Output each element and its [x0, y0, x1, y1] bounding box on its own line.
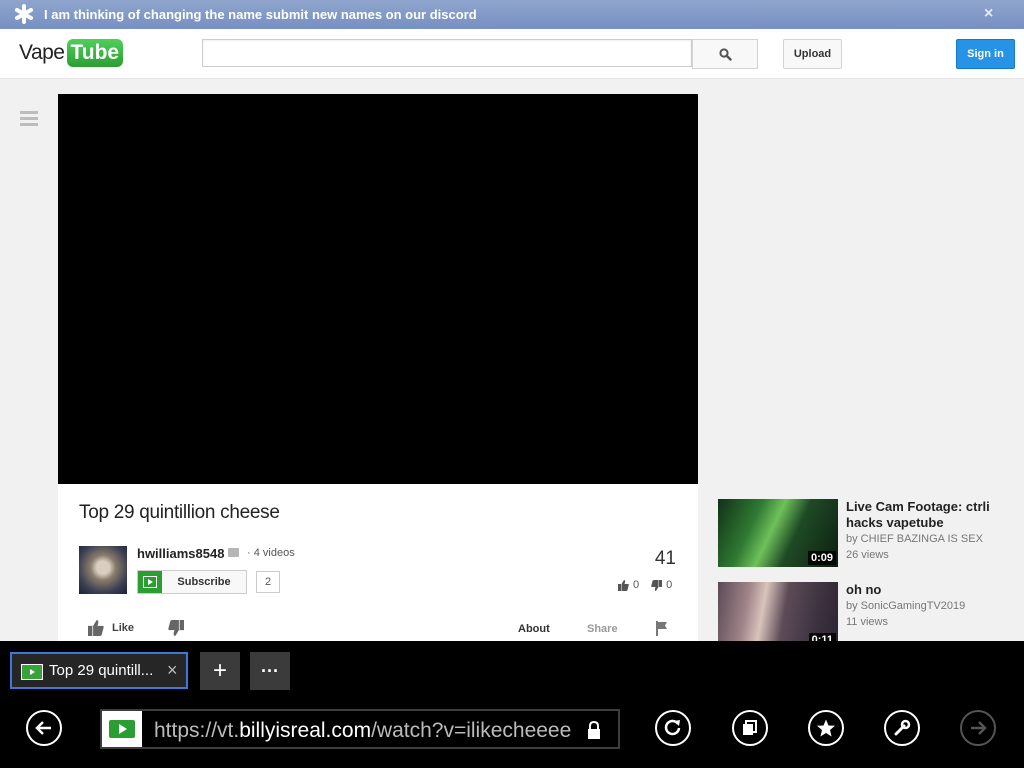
like-count: 0 [633, 579, 640, 591]
logo-text: Vape [19, 41, 65, 64]
url-text[interactable]: https://vt.billyisreal.com/watch?v=ilike… [154, 719, 571, 743]
browser-tab[interactable]: Top 29 quintill... × [10, 652, 188, 689]
masthead: Vape Tube Upload Sign in [0, 29, 1024, 79]
refresh-icon [664, 719, 681, 736]
related-video-item[interactable]: 0:09 Live Cam Footage: ctrli hacks vapet… [718, 499, 1008, 569]
star-icon [817, 719, 835, 737]
channel-avatar[interactable] [79, 546, 127, 594]
refresh-button[interactable] [655, 710, 691, 746]
address-bar[interactable]: https://vt.billyisreal.com/watch?v=ilike… [100, 709, 620, 749]
video-info-panel: Top 29 quintillion cheese hwilliams8548 … [58, 484, 698, 644]
lock-icon [588, 720, 600, 739]
channel-video-count[interactable]: · 4 videos [247, 547, 295, 559]
pin-icon [743, 720, 757, 735]
search-icon [718, 47, 732, 61]
dislike-count: 0 [666, 579, 673, 591]
channel-name-link[interactable]: hwilliams8548 [137, 546, 224, 561]
search-input[interactable] [202, 39, 692, 67]
url-prefix: https://vt. [154, 719, 240, 742]
video-title: Top 29 quintillion cheese [79, 502, 280, 523]
share-tab[interactable]: Share [587, 623, 618, 635]
guide-menu-icon[interactable] [20, 111, 38, 129]
video-player[interactable] [58, 94, 698, 484]
related-video-channel[interactable]: by SonicGamingTV2019 [846, 600, 965, 612]
related-video-thumbnail[interactable]: 0:09 [718, 499, 838, 567]
forward-button[interactable] [960, 710, 996, 746]
related-video-channel[interactable]: by CHIEF BAZINGA IS SEX [846, 533, 983, 545]
new-tab-button[interactable]: + [200, 652, 240, 690]
flag-icon [656, 621, 667, 636]
logo-badge: Tube [66, 39, 124, 67]
subscribe-label: Subscribe [177, 576, 231, 588]
flag-button[interactable] [654, 620, 670, 641]
play-icon [138, 571, 162, 593]
related-video-thumbnail[interactable]: 0:11 [718, 582, 838, 641]
back-arrow-icon [35, 721, 51, 735]
thumbs-down-icon [651, 579, 663, 591]
upload-button[interactable]: Upload [783, 39, 842, 69]
thumbs-down-icon [168, 620, 184, 636]
thumbs-up-icon [618, 579, 629, 591]
browser-app-bar: Top 29 quintill... × + ··· https://vt.bi… [0, 641, 1024, 768]
page-tools-button[interactable] [884, 710, 920, 746]
view-count: 41 [654, 548, 676, 569]
about-tab[interactable]: About [518, 623, 550, 635]
thumbs-up-icon [88, 620, 104, 636]
site-identity-icon[interactable] [102, 711, 142, 747]
like-button[interactable]: Like [88, 620, 134, 636]
subscriber-count: 2 [256, 571, 280, 593]
banner-close-button[interactable]: × [984, 5, 993, 23]
like-dislike-counts: 0 0 [618, 579, 672, 591]
video-duration: 0:11 [808, 633, 836, 641]
favorites-button[interactable] [808, 710, 844, 746]
search-button[interactable] [692, 39, 758, 69]
video-duration: 0:09 [807, 551, 836, 565]
video-actions: Like About Share [58, 618, 698, 640]
sign-in-button[interactable]: Sign in [956, 39, 1015, 69]
subscribe-button[interactable]: Subscribe [137, 570, 247, 594]
verified-icon [228, 548, 239, 557]
back-button[interactable] [26, 710, 62, 746]
forward-arrow-icon [971, 721, 987, 735]
tab-options-button[interactable]: ··· [250, 652, 290, 690]
pin-to-start-button[interactable] [732, 710, 768, 746]
asterisk-icon [15, 4, 33, 24]
like-label: Like [112, 622, 135, 634]
banner-message: I am thinking of changing the name submi… [44, 7, 477, 22]
site-logo[interactable]: Vape Tube [19, 39, 124, 67]
url-path: /watch?v=ilikecheeee [371, 719, 572, 742]
related-video-title[interactable]: Live Cam Footage: ctrli hacks vapetube [846, 499, 996, 531]
site-favicon [21, 664, 43, 680]
wrench-icon [894, 719, 911, 736]
related-video-title[interactable]: oh no [846, 582, 996, 598]
dislike-button[interactable] [168, 620, 184, 641]
related-video-views: 11 views [846, 616, 888, 628]
tab-title: Top 29 quintill... [49, 662, 154, 679]
url-domain: billyisreal.com [239, 719, 372, 742]
notification-banner: I am thinking of changing the name submi… [0, 0, 1024, 29]
tab-close-button[interactable]: × [167, 660, 178, 681]
related-video-views: 26 views [846, 549, 889, 561]
